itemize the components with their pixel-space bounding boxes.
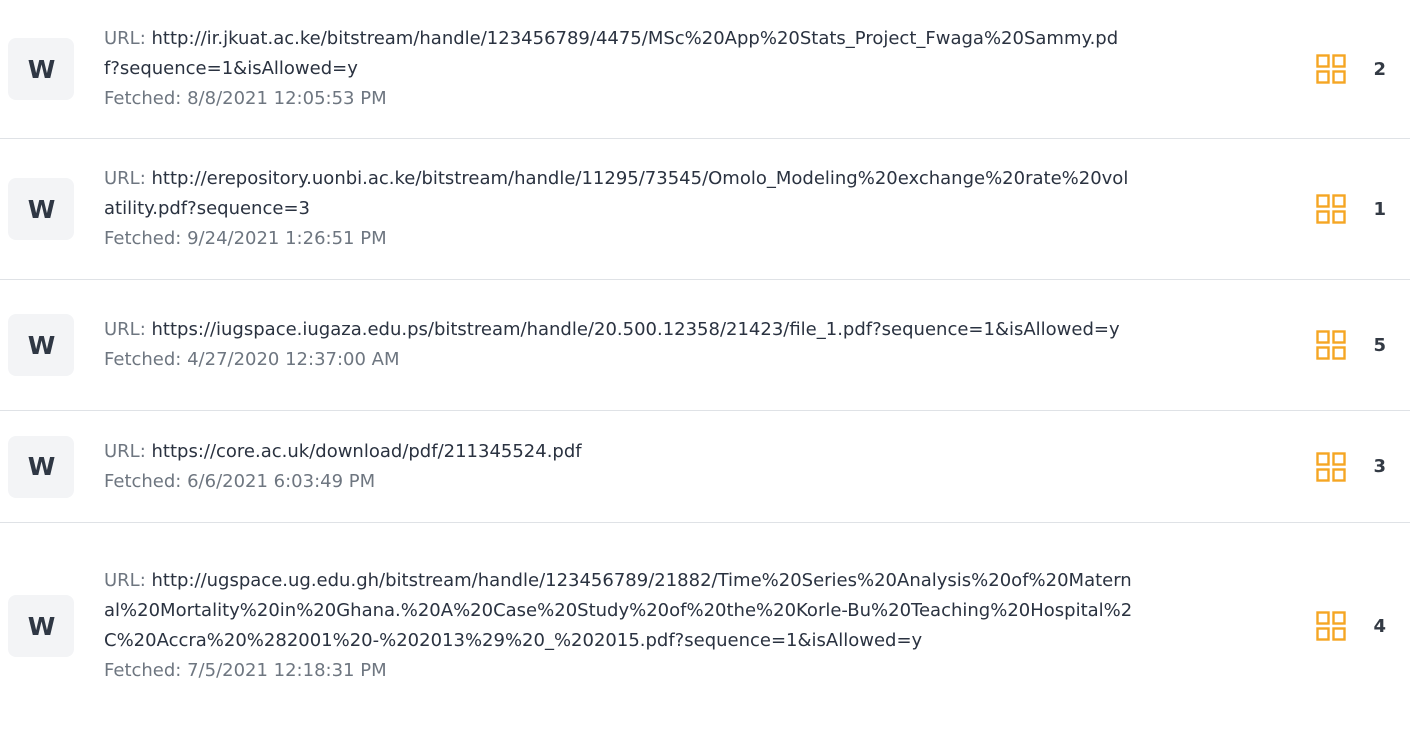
source-row: W URL: http://ir.jkuat.ac.ke/bitstream/h… <box>0 0 1410 139</box>
grid-icon[interactable] <box>1316 330 1346 360</box>
fetched-timestamp: 4/27/2020 12:37:00 AM <box>187 349 400 370</box>
source-info: URL: https://iugspace.iugaza.edu.ps/bits… <box>104 315 1134 375</box>
source-tile: W <box>8 178 74 240</box>
url-label: URL: <box>104 570 152 591</box>
source-info: URL: http://ugspace.ug.edu.gh/bitstream/… <box>104 566 1134 686</box>
source-tile-letter: W <box>27 611 56 641</box>
source-url-line: URL: https://core.ac.uk/download/pdf/211… <box>104 437 1134 467</box>
source-row: W URL: https://core.ac.uk/download/pdf/2… <box>0 411 1410 523</box>
fetched-timestamp: 8/8/2021 12:05:53 PM <box>187 88 387 109</box>
source-tile: W <box>8 314 74 376</box>
source-url-link[interactable]: https://core.ac.uk/download/pdf/21134552… <box>152 441 582 462</box>
source-meta: 2 <box>1316 54 1386 84</box>
match-count: 3 <box>1373 456 1386 477</box>
grid-icon[interactable] <box>1316 54 1346 84</box>
source-tile-letter: W <box>27 330 56 360</box>
fetched-label: Fetched: <box>104 88 188 109</box>
source-url-link[interactable]: https://iugspace.iugaza.edu.ps/bitstream… <box>152 319 1120 340</box>
source-info: URL: http://ir.jkuat.ac.ke/bitstream/han… <box>104 24 1134 114</box>
url-label: URL: <box>104 28 152 49</box>
url-label: URL: <box>104 319 152 340</box>
source-url-link[interactable]: http://ir.jkuat.ac.ke/bitstream/handle/1… <box>104 28 1118 79</box>
fetched-label: Fetched: <box>104 470 188 492</box>
source-meta: 3 <box>1316 451 1386 482</box>
fetched-line: Fetched: 8/8/2021 12:05:53 PM <box>104 84 1134 114</box>
fetched-timestamp: 9/24/2021 1:26:51 PM <box>187 228 387 249</box>
url-label: URL: <box>104 168 152 189</box>
fetched-label: Fetched: <box>104 228 188 249</box>
source-info: URL: https://core.ac.uk/download/pdf/211… <box>104 437 1134 497</box>
source-info: URL: http://erepository.uonbi.ac.ke/bits… <box>104 164 1134 254</box>
source-url-link[interactable]: http://erepository.uonbi.ac.ke/bitstream… <box>104 168 1128 219</box>
fetched-line: Fetched: 6/6/2021 6:03:49 PM <box>104 467 1134 497</box>
grid-icon[interactable] <box>1316 611 1346 641</box>
match-count: 1 <box>1373 198 1386 220</box>
source-row: W URL: http://ugspace.ug.edu.gh/bitstrea… <box>0 523 1410 729</box>
source-list: W URL: http://ir.jkuat.ac.ke/bitstream/h… <box>0 0 1410 729</box>
fetched-timestamp: 6/6/2021 6:03:49 PM <box>187 470 376 492</box>
match-count: 5 <box>1373 334 1386 356</box>
source-tile-letter: W <box>27 54 56 84</box>
source-row: W URL: https://iugspace.iugaza.edu.ps/bi… <box>0 280 1410 411</box>
source-url-line: URL: http://erepository.uonbi.ac.ke/bits… <box>104 164 1134 224</box>
match-count: 2 <box>1373 58 1386 80</box>
source-url-line: URL: http://ugspace.ug.edu.gh/bitstream/… <box>104 566 1134 656</box>
source-tile-letter: W <box>27 194 56 224</box>
grid-icon[interactable] <box>1316 451 1346 482</box>
source-url-line: URL: https://iugspace.iugaza.edu.ps/bits… <box>104 315 1134 345</box>
source-meta: 1 <box>1316 194 1386 224</box>
source-tile: W <box>8 595 74 657</box>
source-url-line: URL: http://ir.jkuat.ac.ke/bitstream/han… <box>104 24 1134 84</box>
grid-icon[interactable] <box>1316 194 1346 224</box>
fetched-label: Fetched: <box>104 660 188 681</box>
source-tile: W <box>8 38 74 100</box>
source-meta: 5 <box>1316 330 1386 360</box>
source-tile-letter: W <box>27 452 56 481</box>
fetched-line: Fetched: 7/5/2021 12:18:31 PM <box>104 656 1134 686</box>
source-row: W URL: http://erepository.uonbi.ac.ke/bi… <box>0 139 1410 280</box>
url-label: URL: <box>104 440 152 462</box>
fetched-timestamp: 7/5/2021 12:18:31 PM <box>187 660 387 681</box>
fetched-label: Fetched: <box>104 349 188 370</box>
fetched-line: Fetched: 9/24/2021 1:26:51 PM <box>104 224 1134 254</box>
source-url-link[interactable]: http://ugspace.ug.edu.gh/bitstream/handl… <box>104 570 1132 651</box>
source-meta: 4 <box>1316 611 1386 641</box>
fetched-line: Fetched: 4/27/2020 12:37:00 AM <box>104 345 1134 375</box>
match-count: 4 <box>1373 615 1386 637</box>
source-tile: W <box>8 435 74 498</box>
